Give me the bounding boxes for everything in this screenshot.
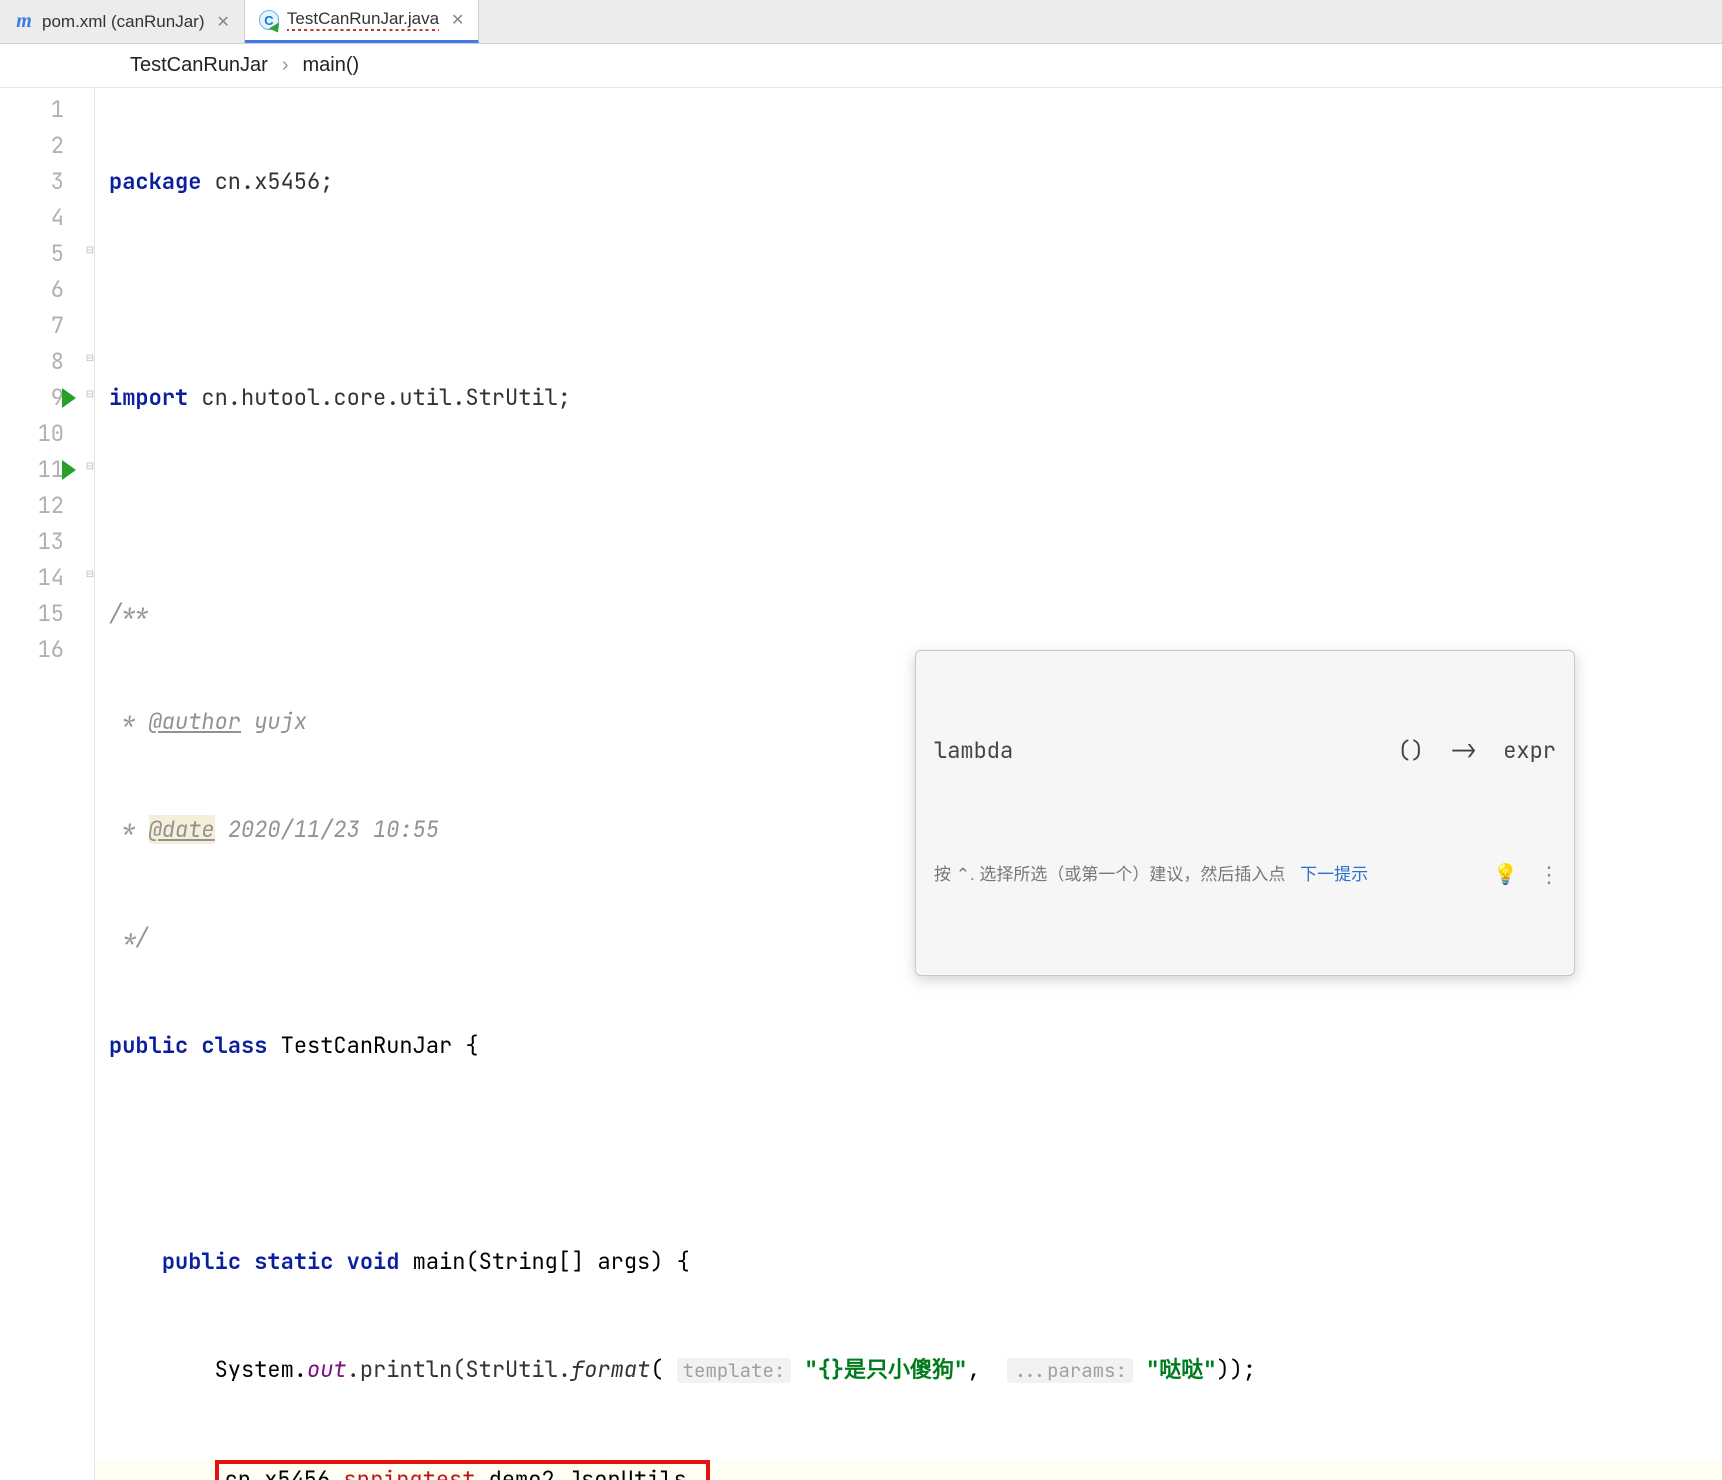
run-gutter-icon[interactable] [62,388,76,408]
completion-item[interactable]: lambda () -> expr [916,723,1574,779]
keyword: void [347,1247,400,1276]
code-text: cn.x5456. [225,1465,344,1480]
code-editor[interactable]: 1 2 3 4 5 6 7 8 9 10 11 12 13 14 15 16 ⊟… [0,88,1722,1480]
line-number: 1 [0,92,86,128]
unresolved-symbol: springtest [343,1465,475,1480]
line-number: 4 [0,200,86,236]
run-gutter-icon[interactable] [62,460,76,480]
code-text: .demo2.JsonUtils. [475,1465,699,1480]
editor-tabs: m pom.xml (canRunJar) ✕ C TestCanRunJar.… [0,0,1722,44]
javadoc-value: yujx [241,707,307,736]
completion-item-type: () -> expr [1398,733,1556,769]
java-class-icon: C [259,10,279,30]
code-text: System. [215,1355,307,1384]
inlay-hint: ...params: [1007,1358,1133,1383]
keyword: public [109,1031,188,1060]
tab-pom-xml[interactable]: m pom.xml (canRunJar) ✕ [0,0,245,43]
static-method: format [571,1355,650,1384]
keyword: public [162,1247,241,1276]
code-text: ( [650,1355,676,1384]
code-text: )); [1217,1355,1257,1384]
line-number: 14 [0,560,86,596]
javadoc-tag-date: @date [149,815,215,844]
keyword: static [254,1247,333,1276]
line-number: 6 [0,272,86,308]
highlighted-error-box: cn.x5456.springtest.demo2.JsonUtils. [215,1460,710,1480]
code-text: .println(StrUtil. [347,1355,571,1384]
code-area[interactable]: package cn.x5456; import cn.hutool.core.… [94,88,1722,1480]
method-name: main [413,1247,466,1276]
intention-bulb-icon[interactable]: 💡 [1493,857,1518,893]
import-path: cn.hutool.core.util.StrUtil; [201,383,571,412]
method-signature: (String[] args) { [465,1247,689,1276]
field-ref: out [307,1355,347,1384]
line-number: 13 [0,524,86,560]
completion-popup[interactable]: lambda () -> expr 按 ⌃. 选择所选（或第一个）建议，然后插入… [915,650,1575,976]
line-number: 3 [0,164,86,200]
maven-icon: m [14,12,34,32]
breadcrumb[interactable]: TestCanRunJar › main() [0,44,1722,88]
javadoc-star: * [109,815,149,844]
chevron-right-icon: › [282,54,289,77]
line-number: 15 [0,596,86,632]
javadoc-close: */ [109,923,149,952]
line-number: 16 [0,632,86,668]
string-literal: "哒哒" [1146,1355,1216,1384]
close-icon[interactable]: ✕ [451,10,464,30]
javadoc-star: * [109,707,149,736]
line-number: 2 [0,128,86,164]
line-number: 8 [0,344,86,380]
close-icon[interactable]: ✕ [217,12,230,32]
keyword: package [109,167,201,196]
keyword: import [109,383,188,412]
line-number: 10 [0,416,86,452]
string-literal: "{}是只小傻狗" [804,1355,967,1384]
completion-item-name: lambda [934,733,1013,769]
tab-label: pom.xml (canRunJar) [42,12,205,32]
javadoc-tag-author: @author [149,707,241,736]
line-number: 7 [0,308,86,344]
inlay-hint: template: [677,1358,792,1383]
class-name: TestCanRunJar { [281,1031,479,1060]
hint-text: 按 ⌃. 选择所选（或第一个）建议，然后插入点 [934,857,1290,893]
keyword: class [201,1031,267,1060]
line-number: 5 [0,236,86,272]
package-path: cn.x5456; [215,167,334,196]
next-tip-link[interactable]: 下一提示 [1300,857,1368,893]
breadcrumb-method[interactable]: main() [303,54,360,77]
javadoc-open: /** [109,599,149,628]
gutter: 1 2 3 4 5 6 7 8 9 10 11 12 13 14 15 16 ⊟… [0,88,94,1480]
breadcrumb-class[interactable]: TestCanRunJar [130,54,268,77]
javadoc-value: 2020/11/23 10:55 [215,815,439,844]
more-options-icon[interactable]: ⋮ [1538,857,1560,893]
completion-hint-bar: 按 ⌃. 选择所选（或第一个）建议，然后插入点 下一提示 💡 ⋮ [916,851,1574,903]
line-number: 12 [0,488,86,524]
tab-testcanrunjar[interactable]: C TestCanRunJar.java ✕ [245,0,480,43]
code-text: , [967,1355,1007,1384]
tab-label: TestCanRunJar.java [287,9,439,31]
